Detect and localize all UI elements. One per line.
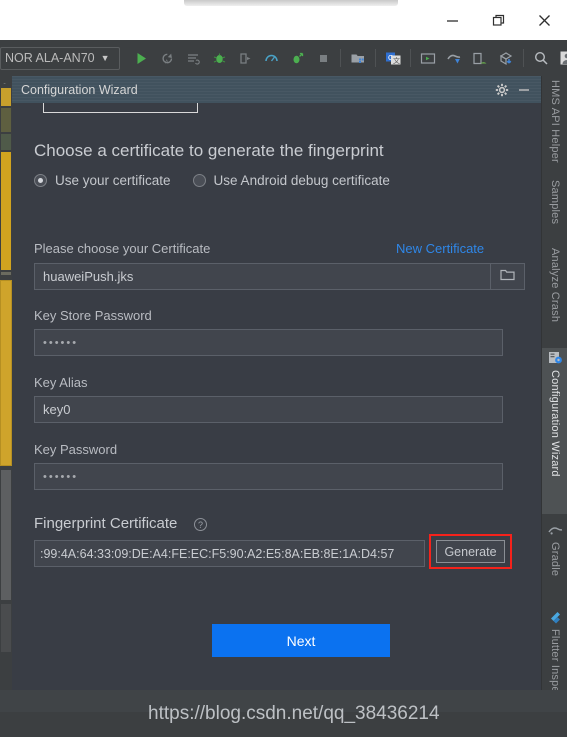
key-password-input[interactable]: ••••••	[34, 463, 503, 490]
flutter-icon	[548, 611, 562, 627]
debug-icon[interactable]	[206, 45, 232, 71]
certificate-label: Please choose your Certificate	[34, 241, 211, 256]
fingerprint-section-title: Fingerprint Certificate	[34, 515, 178, 532]
key-store-password-label: Key Store Password	[34, 308, 152, 323]
gradle-icon	[547, 525, 563, 540]
minimize-window-button[interactable]	[429, 0, 475, 40]
device-selector-label: NOR ALA-AN70	[5, 51, 95, 65]
configuration-wizard-panel: Choose a certificate to generate the fin…	[12, 103, 541, 712]
toolwindow-title: Configuration Wizard	[21, 82, 138, 97]
sidebar-item-gradle[interactable]: Gradle	[542, 522, 567, 576]
logcat-icon[interactable]	[180, 45, 206, 71]
radio-label: Use your certificate	[55, 173, 171, 188]
stripe-marker	[1, 152, 11, 270]
status-bar-upper	[0, 690, 567, 712]
radio-unselected-icon	[192, 174, 206, 187]
toolwindow-title-bar: Configuration Wizard	[12, 76, 541, 103]
toolwindow-header: 1 Configuration Wizard	[0, 76, 541, 103]
fingerprint-input[interactable]: :99:4A:64:33:09:DE:A4:FE:EC:F5:90:A2:E5:…	[34, 540, 425, 567]
stripe-marker	[1, 272, 11, 275]
wizard-content: Choose a certificate to generate the fin…	[12, 103, 525, 712]
attach-debugger-icon[interactable]	[232, 45, 258, 71]
stripe-marker	[1, 134, 11, 150]
ide-window: NOR ALA-AN70 ▼ A G 文 Configuration Wizar…	[0, 0, 567, 737]
folder-icon	[500, 268, 515, 286]
avd-manager-icon[interactable]	[415, 45, 441, 71]
right-toolwindow-strip: HMS API Helper Samples Analyze Crash Con…	[541, 76, 567, 712]
svg-text:文: 文	[393, 56, 400, 65]
toolbar-divider	[375, 49, 376, 67]
stripe-marker	[1, 88, 11, 106]
next-button[interactable]: Next	[212, 624, 390, 657]
generate-button-highlight: Generate	[429, 534, 512, 569]
minimize-icon[interactable]	[513, 79, 535, 101]
certificate-path-input[interactable]: huaweiPush.jks	[34, 263, 491, 290]
project-structure-icon[interactable]	[345, 45, 371, 71]
run-coverage-icon[interactable]	[284, 45, 310, 71]
toolwindow-actions	[491, 79, 541, 101]
sidebar-item-label: Samples	[549, 180, 561, 225]
close-window-button[interactable]	[521, 0, 567, 40]
sidebar-item-label: Gradle	[549, 542, 561, 577]
sidebar-item-configuration-wizard[interactable]: Configuration Wizard	[542, 348, 567, 514]
key-alias-label: Key Alias	[34, 375, 88, 390]
editor-error-stripe[interactable]	[0, 84, 12, 712]
toolbar-divider	[410, 49, 411, 67]
run-icon[interactable]	[128, 45, 154, 71]
restore-window-button[interactable]	[475, 0, 521, 40]
key-store-password-input[interactable]: ••••••	[34, 329, 503, 356]
window-controls	[429, 0, 567, 40]
browser-tab-stub	[184, 0, 398, 6]
profiler-icon[interactable]	[258, 45, 284, 71]
toolbar-divider	[523, 49, 524, 67]
new-certificate-link[interactable]: New Certificate	[396, 241, 484, 256]
stripe-marker	[1, 470, 11, 600]
radio-use-your-certificate[interactable]: Use your certificate	[34, 173, 171, 188]
chevron-down-icon: ▼	[100, 53, 110, 63]
stripe-marker	[1, 604, 11, 652]
sidebar-item-label: Analyze Crash	[549, 248, 561, 323]
sidebar-item-label: HMS API Helper	[549, 80, 561, 163]
vertical-scrollbar-thumb[interactable]	[0, 280, 12, 466]
stop-icon[interactable]	[310, 45, 336, 71]
wizard-icon	[548, 351, 563, 368]
toolbar-divider	[340, 49, 341, 67]
device-file-explorer-icon[interactable]	[467, 45, 493, 71]
apply-changes-icon[interactable]: A	[154, 45, 180, 71]
key-alias-input[interactable]: key0	[34, 396, 503, 423]
os-title-bar	[0, 0, 567, 40]
help-icon[interactable]: ?	[194, 518, 207, 531]
sidebar-item-analyze-crash[interactable]: Analyze Crash	[542, 248, 567, 322]
sdk-manager-icon[interactable]	[441, 45, 467, 71]
sync-gradle-icon[interactable]	[493, 45, 519, 71]
sidebar-item-hms-api-helper[interactable]: HMS API Helper	[542, 80, 567, 163]
sidebar-item-samples[interactable]: Samples	[542, 180, 567, 224]
search-icon[interactable]	[528, 45, 554, 71]
scrolled-offscreen-field	[43, 103, 198, 113]
key-password-label: Key Password	[34, 442, 118, 457]
account-icon[interactable]	[554, 45, 567, 71]
radio-use-android-debug-certificate[interactable]: Use Android debug certificate	[192, 173, 390, 188]
radio-label: Use Android debug certificate	[213, 173, 390, 188]
radio-selected-icon	[34, 174, 47, 187]
stripe-marker	[1, 108, 11, 132]
sidebar-item-label: Configuration Wizard	[549, 370, 561, 477]
browse-certificate-button[interactable]	[491, 263, 525, 290]
toolbar-icon-group: A G 文	[128, 45, 567, 71]
generate-button[interactable]: Generate	[436, 540, 505, 563]
device-selector[interactable]: NOR ALA-AN70 ▼	[0, 46, 120, 70]
status-bar: 1 Event Log 23:37 CRLF ↕ UTF-8 4 spaces …	[0, 712, 567, 737]
gear-icon[interactable]	[491, 79, 513, 101]
certificate-type-radio-group: Use your certificate Use Android debug c…	[34, 173, 412, 188]
translate-icon[interactable]: G 文	[380, 45, 406, 71]
ide-toolbar: NOR ALA-AN70 ▼ A G 文	[0, 40, 567, 76]
page-title: Choose a certificate to generate the fin…	[34, 141, 384, 160]
